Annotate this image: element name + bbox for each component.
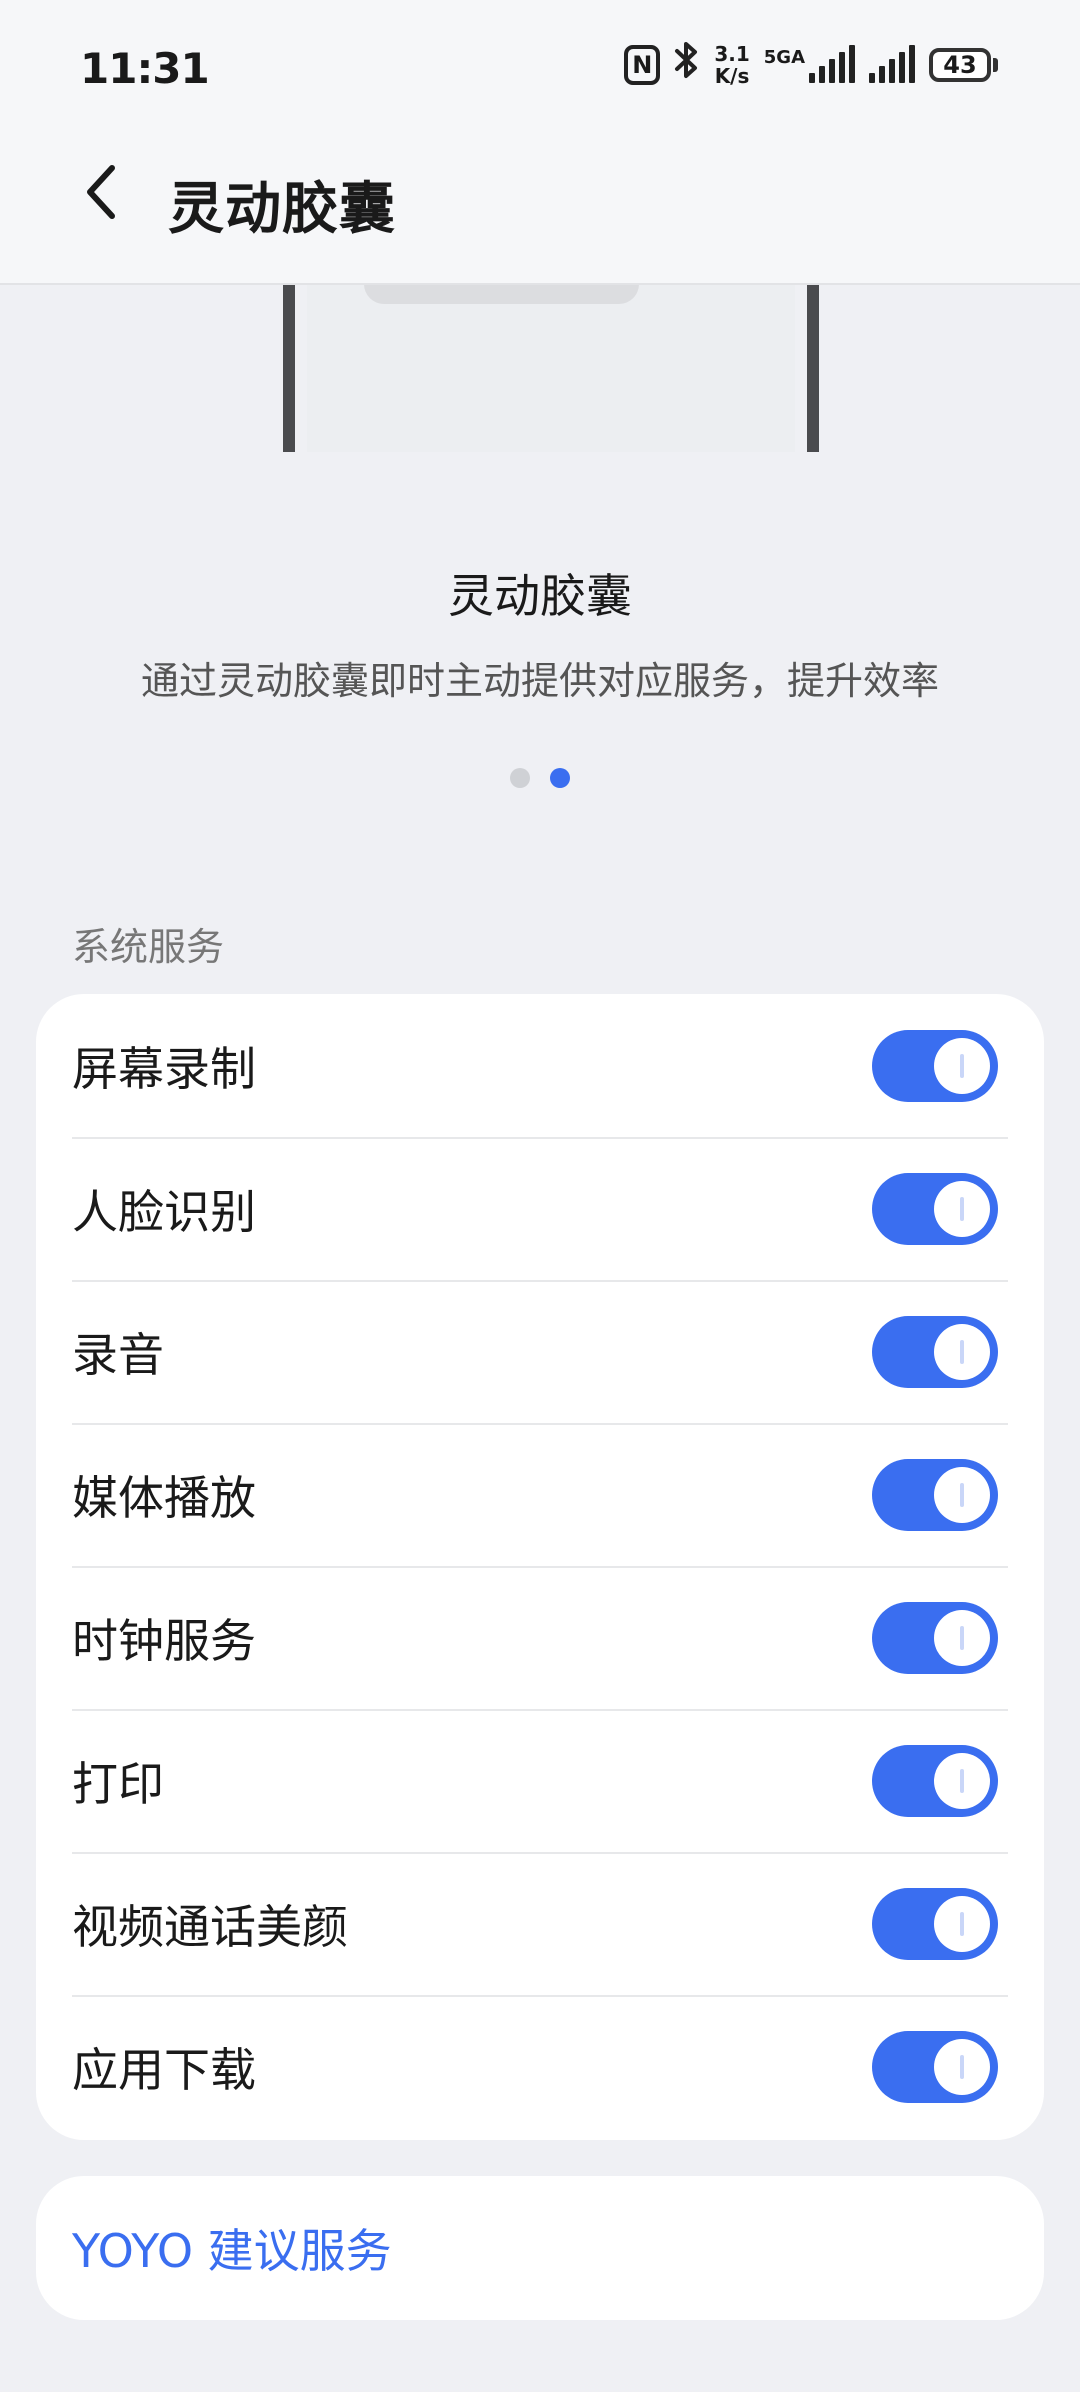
setting-label: 人脸识别 [72, 1184, 256, 1239]
system-services-card: 屏幕录制 人脸识别 录音 媒体播放 时钟服务 打印 视频通话美颜 应用下载 [36, 994, 1044, 2140]
setting-row-clock-service[interactable]: 时钟服务 [72, 1566, 1008, 1709]
page-dot-active[interactable] [550, 768, 570, 788]
status-time: 11:31 [80, 44, 210, 93]
yoyo-suggestion-card[interactable]: YOYO 建议服务 [36, 2176, 1044, 2320]
setting-row-screen-recording[interactable]: 屏幕录制 [72, 994, 1008, 1137]
toggle-switch[interactable] [872, 1744, 998, 1817]
signal-5ga: 5GA [763, 44, 855, 83]
setting-row-video-call-beauty[interactable]: 视频通话美颜 [72, 1852, 1008, 1995]
network-type-label: 5GA [763, 46, 805, 68]
setting-label: 媒体播放 [72, 1470, 256, 1525]
nfc-icon: N [624, 44, 661, 85]
status-icons: N 3.1 K/s 5GA 43 [624, 40, 998, 89]
setting-label: 视频通话美颜 [72, 1899, 348, 1954]
battery-level: 43 [929, 47, 991, 82]
network-speed-unit: K/s [714, 63, 750, 88]
signal-bars-icon-2 [869, 44, 915, 83]
intro-title: 灵动胶囊 [448, 569, 632, 623]
toggle-switch[interactable] [872, 1887, 998, 1960]
page-indicator [510, 768, 570, 788]
section-label: 系统服务 [72, 925, 225, 969]
toggle-switch[interactable] [872, 1029, 998, 1102]
setting-label: 应用下载 [72, 2042, 256, 2097]
setting-row-media-playback[interactable]: 媒体播放 [72, 1423, 1008, 1566]
setting-row-face-recognition[interactable]: 人脸识别 [72, 1137, 1008, 1280]
setting-row-print[interactable]: 打印 [72, 1709, 1008, 1852]
setting-label: 屏幕录制 [72, 1041, 256, 1096]
battery-icon: 43 [929, 47, 998, 82]
setting-label: 时钟服务 [72, 1613, 256, 1668]
page-title: 灵动胶囊 [168, 177, 396, 242]
setting-row-app-download[interactable]: 应用下载 [72, 1995, 1008, 2138]
setting-label: 录音 [72, 1327, 164, 1382]
intro-subtitle: 通过灵动胶囊即时主动提供对应服务，提升效率 [140, 659, 939, 703]
bluetooth-icon [674, 40, 700, 89]
network-speed-value: 3.1 [714, 41, 750, 66]
back-button[interactable] [82, 162, 122, 222]
toggle-switch[interactable] [872, 1315, 998, 1388]
yoyo-suggestion-link[interactable]: YOYO 建议服务 [72, 2215, 392, 2281]
page-dot[interactable] [510, 768, 530, 788]
top-bar: 11:31 N 3.1 K/s 5GA 43 灵动胶囊 [0, 0, 1080, 285]
setting-row-recording[interactable]: 录音 [72, 1280, 1008, 1423]
chevron-left-icon [87, 165, 115, 219]
signal-bars-icon [809, 44, 855, 83]
setting-label: 打印 [72, 1756, 164, 1811]
toggle-switch[interactable] [872, 1172, 998, 1245]
toggle-switch[interactable] [872, 2030, 998, 2103]
network-speed: 3.1 K/s [714, 43, 749, 87]
toggle-switch[interactable] [872, 1601, 998, 1674]
toggle-switch[interactable] [872, 1458, 998, 1531]
